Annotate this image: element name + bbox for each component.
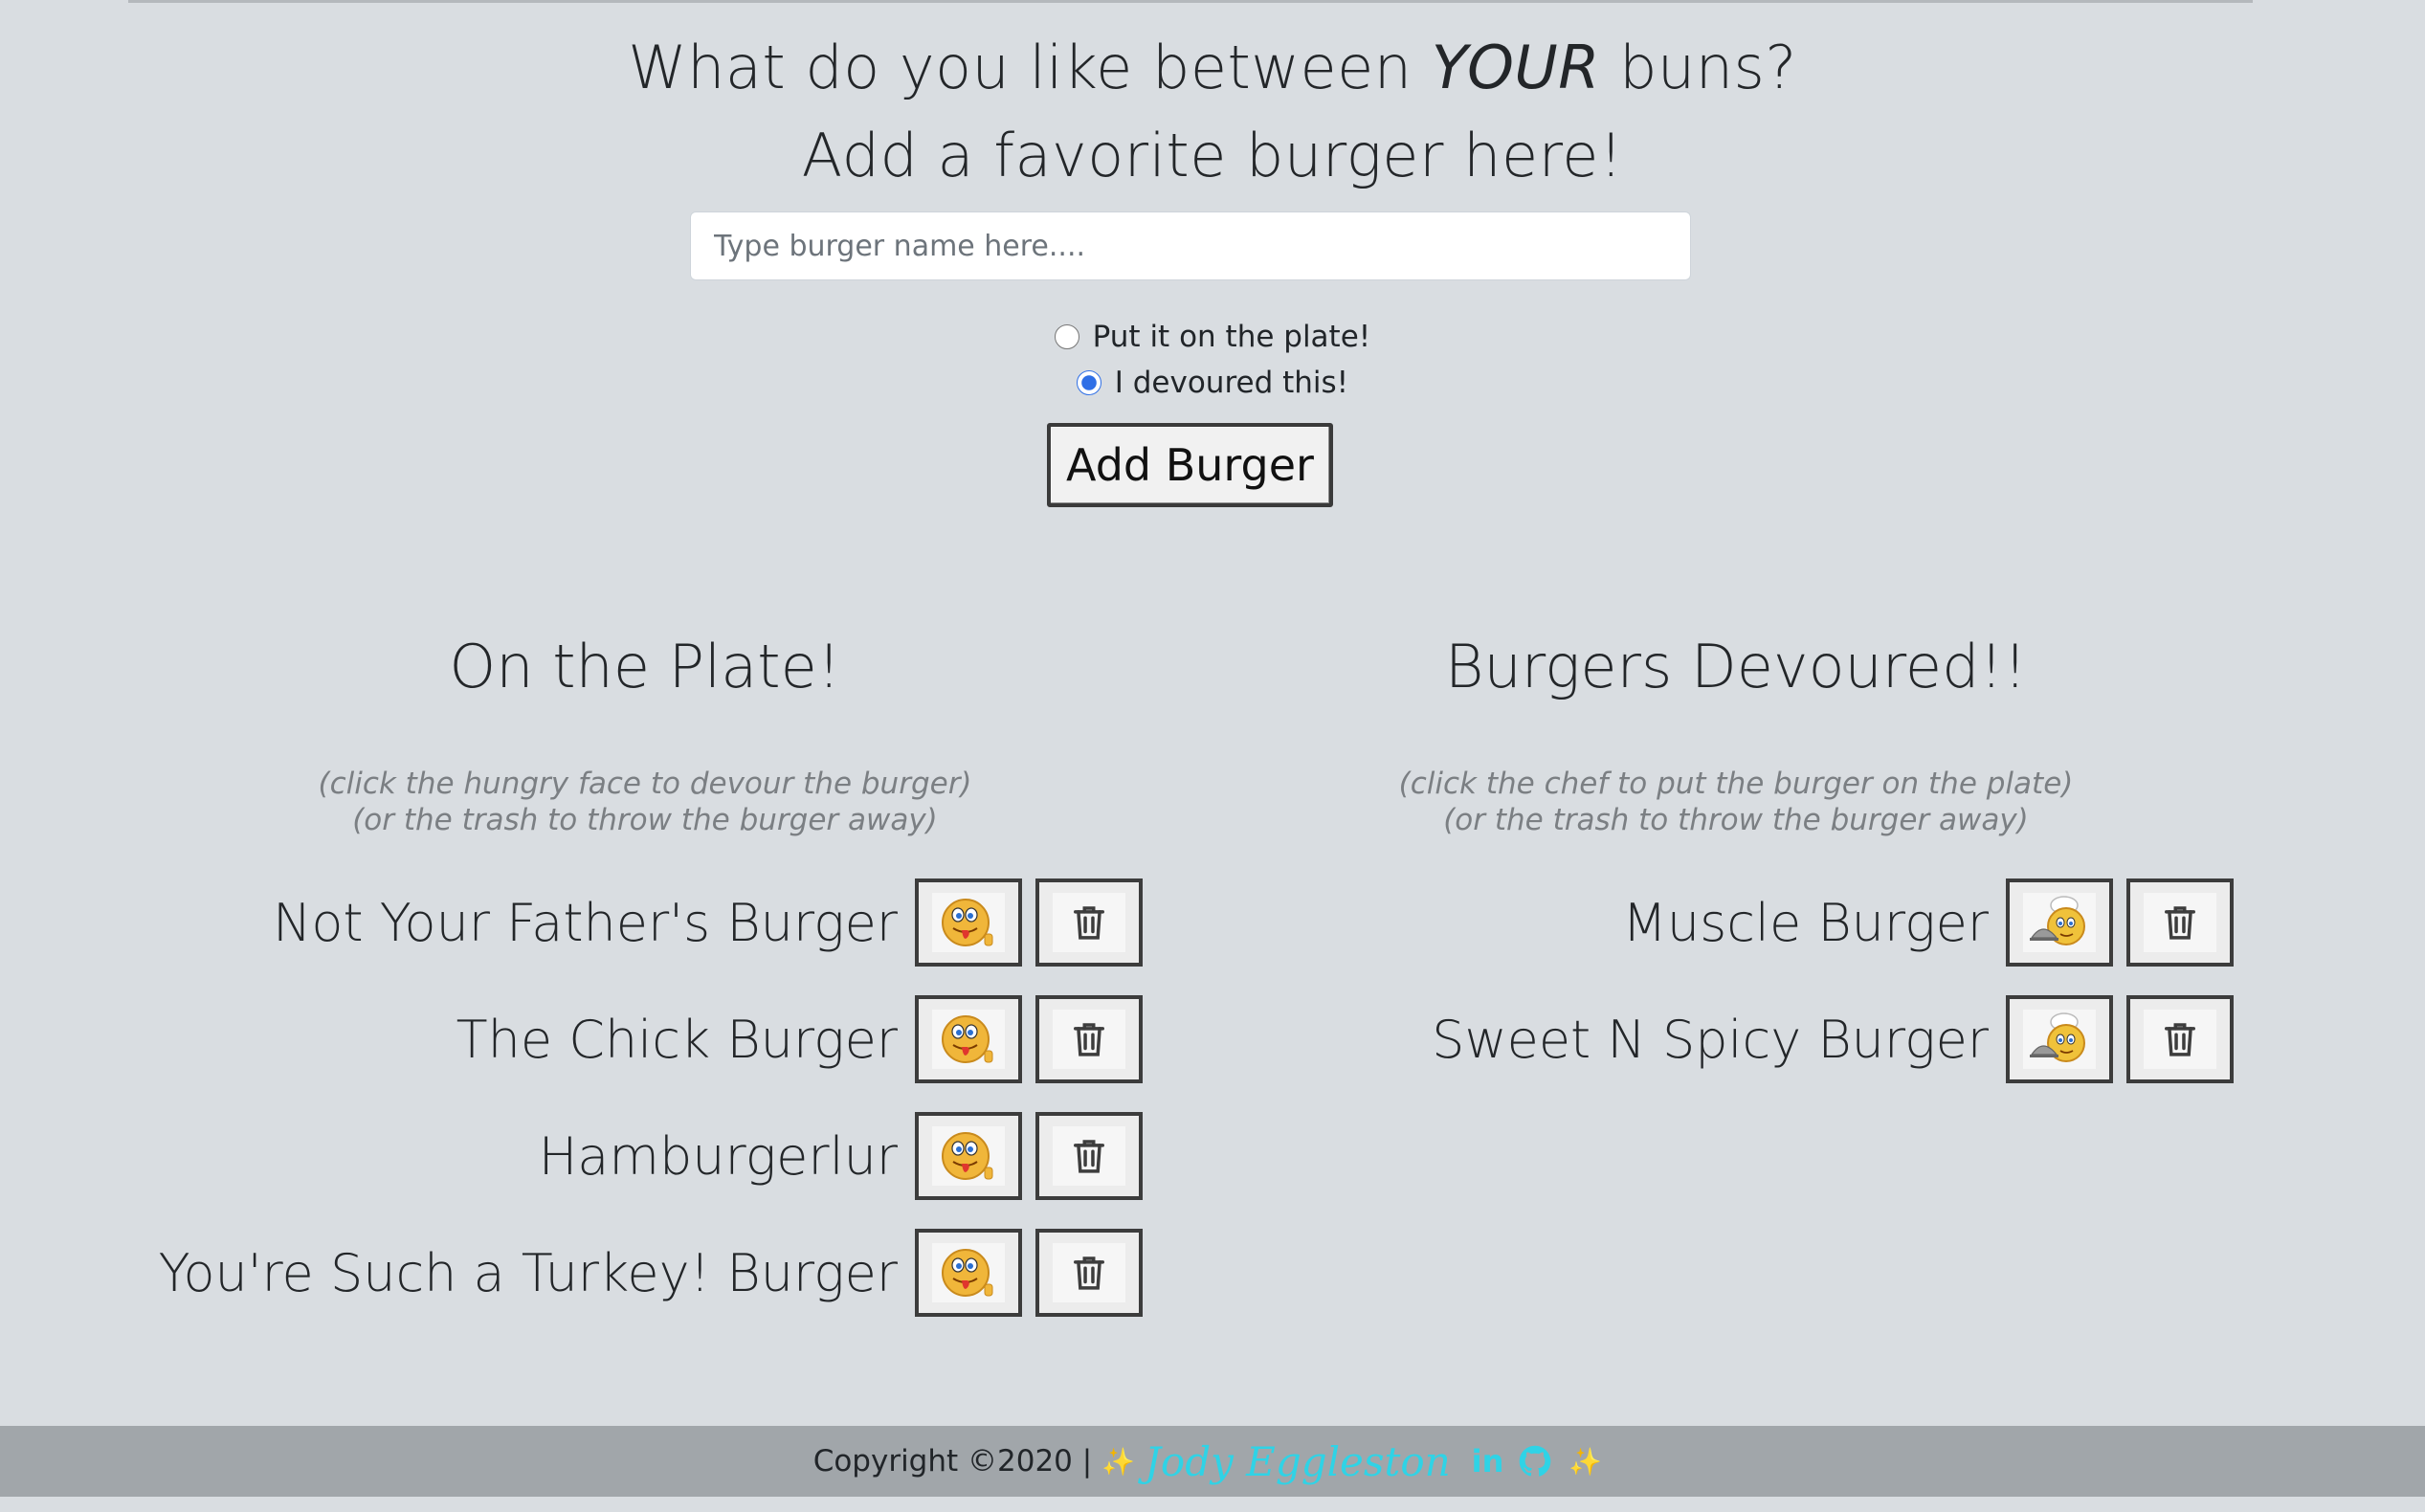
plate-burger-row: Not Your Father's Burger — [128, 878, 1143, 967]
heading-text-end: buns? — [1599, 33, 1797, 102]
chef-icon — [2023, 1010, 2096, 1069]
plate-burger-row: Hamburgerlur — [128, 1112, 1143, 1200]
page-subheading: Add a favorite burger here! — [801, 121, 1624, 190]
footer: Copyright ©2020 | ✨ Jody Eggleston in ✨ — [0, 1426, 2425, 1497]
return-to-plate-button[interactable] — [2006, 995, 2113, 1083]
devoured-column-hint: (click the chef to put the burger on the… — [1219, 766, 2253, 838]
devoured-burger-row: Sweet N Spicy Burger — [1219, 995, 2234, 1083]
plate-column-title: On the Plate! — [449, 632, 841, 701]
burger-name: The Chick Burger — [456, 1009, 898, 1070]
radio-option-plate[interactable]: Put it on the plate! — [0, 320, 2425, 354]
burger-name: Sweet N Spicy Burger — [1432, 1009, 1989, 1070]
sparkle-icon: ✨ — [1568, 1445, 1603, 1478]
devoured-burger-row: Muscle Burger — [1219, 878, 2234, 967]
burger-name: Not Your Father's Burger — [272, 892, 898, 953]
delete-button[interactable] — [1035, 878, 1143, 967]
trash-icon — [1053, 1243, 1125, 1302]
bottom-strip — [0, 1497, 2425, 1512]
trash-icon — [1053, 1010, 1125, 1069]
plate-radio-label[interactable]: Put it on the plate! — [1093, 320, 1371, 354]
return-to-plate-button[interactable] — [2006, 878, 2113, 967]
radio-option-devoured[interactable]: I devoured this! — [0, 366, 2425, 400]
devour-button[interactable] — [915, 995, 1022, 1083]
delete-button[interactable] — [2126, 878, 2234, 967]
trash-icon — [2144, 893, 2216, 952]
heading-emphasis: YOUR — [1431, 33, 1600, 102]
devoured-radio[interactable] — [1076, 370, 1101, 395]
devour-button[interactable] — [915, 878, 1022, 967]
burger-name: Hamburgerlur — [538, 1125, 898, 1187]
delete-button[interactable] — [1035, 1229, 1143, 1317]
plate-column-hint: (click the hungry face to devour the bur… — [128, 766, 1162, 838]
hungry-face-icon — [932, 1126, 1005, 1186]
delete-button[interactable] — [2126, 995, 2234, 1083]
devour-button[interactable] — [915, 1112, 1022, 1200]
delete-button[interactable] — [1035, 1112, 1143, 1200]
plate-hint-line2: (or the trash to throw the burger away) — [352, 803, 938, 837]
devoured-radio-label[interactable]: I devoured this! — [1115, 366, 1348, 400]
trash-icon — [2144, 1010, 2216, 1069]
top-divider — [128, 0, 2253, 3]
plate-burger-row: You're Such a Turkey! Burger — [128, 1229, 1143, 1317]
hungry-face-icon — [932, 1243, 1005, 1302]
author-link[interactable]: Jody Eggleston — [1145, 1438, 1451, 1485]
devoured-hint-line2: (or the trash to throw the burger away) — [1443, 803, 2029, 837]
page-heading: What do you like between YOUR buns? — [0, 33, 2425, 102]
delete-button[interactable] — [1035, 995, 1143, 1083]
devour-button[interactable] — [915, 1229, 1022, 1317]
devoured-column-title: Burgers Devoured!! — [1444, 632, 2028, 701]
hungry-face-icon — [932, 1010, 1005, 1069]
trash-icon — [1053, 1126, 1125, 1186]
add-burger-button[interactable]: Add Burger — [1047, 423, 1333, 507]
heading-text-start: What do you like between — [628, 33, 1432, 102]
chef-icon — [2023, 893, 2096, 952]
plate-burger-row: The Chick Burger — [128, 995, 1143, 1083]
trash-icon — [1053, 893, 1125, 952]
burger-name-input[interactable] — [690, 211, 1691, 280]
copyright-text: Copyright ©2020 | — [812, 1444, 1093, 1479]
devoured-hint-line1: (click the chef to put the burger on the… — [1398, 767, 2074, 801]
burger-name: Muscle Burger — [1622, 892, 1989, 953]
sparkle-icon: ✨ — [1101, 1445, 1136, 1478]
plate-hint-line1: (click the hungry face to devour the bur… — [318, 767, 972, 801]
linkedin-icon[interactable]: in — [1472, 1443, 1504, 1479]
plate-radio[interactable] — [1054, 324, 1079, 349]
burger-name: You're Such a Turkey! Burger — [158, 1242, 898, 1303]
github-icon[interactable] — [1519, 1445, 1551, 1478]
hungry-face-icon — [932, 893, 1005, 952]
